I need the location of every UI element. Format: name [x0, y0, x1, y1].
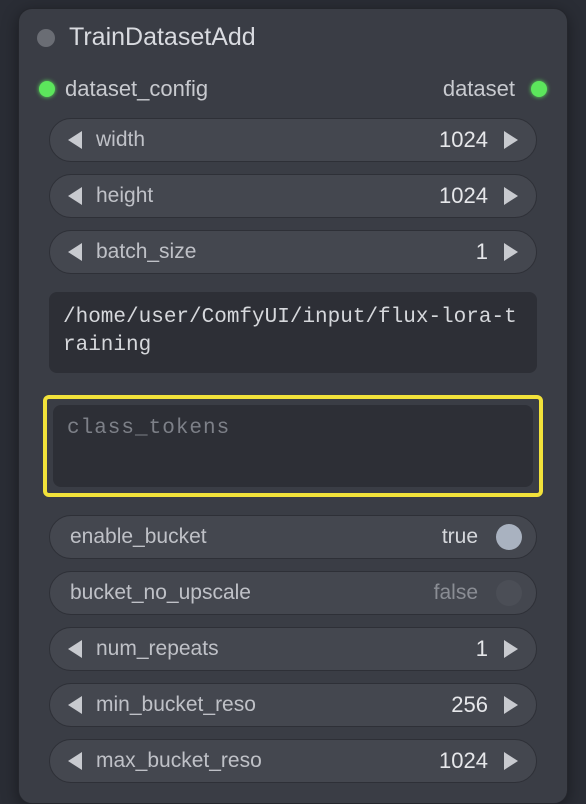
max-bucket-reso-widget[interactable]: max_bucket_reso 1024	[49, 739, 537, 783]
dataset-path-input[interactable]: /home/user/ComfyUI/input/flux-lora-train…	[49, 292, 537, 373]
num-repeats-label: num_repeats	[96, 637, 219, 661]
width-label: width	[96, 128, 145, 152]
toggle-knob-icon	[496, 524, 522, 550]
toggle-knob-icon	[496, 580, 522, 606]
min-bucket-reso-label: min_bucket_reso	[96, 693, 256, 717]
output-port-dataset[interactable]: dataset	[443, 76, 547, 102]
port-dot-icon	[531, 81, 547, 97]
height-label: height	[96, 184, 153, 208]
batch-size-widget[interactable]: batch_size 1	[49, 230, 537, 274]
node-title: TrainDatasetAdd	[69, 23, 256, 52]
arrow-right-icon[interactable]	[504, 187, 518, 205]
batch-size-value[interactable]: 1	[476, 239, 488, 265]
arrow-left-icon[interactable]	[68, 696, 82, 714]
bucket-no-upscale-label: bucket_no_upscale	[70, 581, 251, 605]
enable-bucket-toggle[interactable]: enable_bucket true	[49, 515, 537, 559]
input-port-dataset-config[interactable]: dataset_config	[39, 76, 208, 102]
class-tokens-input[interactable]: class_tokens	[53, 405, 533, 487]
arrow-right-icon[interactable]	[504, 640, 518, 658]
width-value[interactable]: 1024	[439, 127, 488, 153]
batch-size-label: batch_size	[96, 240, 196, 264]
collapse-dot-icon[interactable]	[37, 29, 55, 47]
enable-bucket-value: true	[442, 525, 478, 549]
min-bucket-reso-value[interactable]: 256	[451, 692, 488, 718]
arrow-right-icon[interactable]	[504, 696, 518, 714]
arrow-left-icon[interactable]	[68, 752, 82, 770]
arrow-left-icon[interactable]	[68, 187, 82, 205]
height-widget[interactable]: height 1024	[49, 174, 537, 218]
width-widget[interactable]: width 1024	[49, 118, 537, 162]
node-train-dataset-add: TrainDatasetAdd dataset_config dataset w…	[18, 8, 568, 804]
node-header[interactable]: TrainDatasetAdd	[19, 9, 567, 66]
arrow-left-icon[interactable]	[68, 640, 82, 658]
arrow-right-icon[interactable]	[504, 243, 518, 261]
input-port-label: dataset_config	[65, 76, 208, 102]
max-bucket-reso-label: max_bucket_reso	[96, 749, 262, 773]
ports-row: dataset_config dataset	[19, 66, 567, 114]
class-tokens-highlight: class_tokens	[43, 395, 543, 497]
num-repeats-widget[interactable]: num_repeats 1	[49, 627, 537, 671]
arrow-right-icon[interactable]	[504, 131, 518, 149]
arrow-left-icon[interactable]	[68, 131, 82, 149]
enable-bucket-label: enable_bucket	[70, 525, 207, 549]
height-value[interactable]: 1024	[439, 183, 488, 209]
arrow-right-icon[interactable]	[504, 752, 518, 770]
arrow-left-icon[interactable]	[68, 243, 82, 261]
bucket-no-upscale-value: false	[434, 581, 478, 605]
max-bucket-reso-value[interactable]: 1024	[439, 748, 488, 774]
output-port-label: dataset	[443, 76, 515, 102]
class-tokens-placeholder: class_tokens	[67, 417, 519, 440]
num-repeats-value[interactable]: 1	[476, 636, 488, 662]
node-body: width 1024 height 1024 batch_size 1 /hom…	[19, 114, 567, 783]
bucket-no-upscale-toggle[interactable]: bucket_no_upscale false	[49, 571, 537, 615]
port-dot-icon	[39, 81, 55, 97]
min-bucket-reso-widget[interactable]: min_bucket_reso 256	[49, 683, 537, 727]
